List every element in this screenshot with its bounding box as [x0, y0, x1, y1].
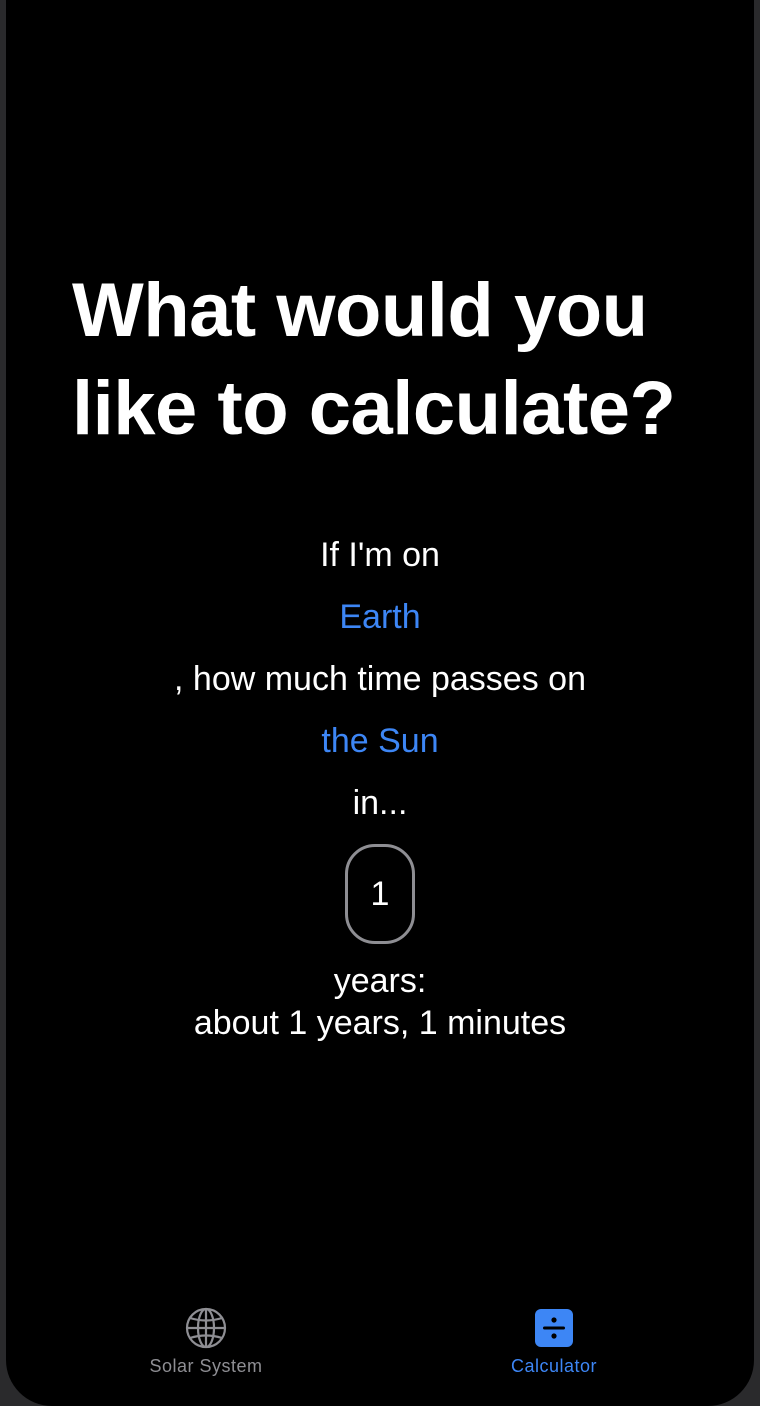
globe-icon	[185, 1307, 227, 1349]
years-label: years:	[333, 962, 427, 1000]
tab-bar: Solar System Calculator	[6, 1292, 754, 1406]
origin-planet-picker[interactable]: Earth	[339, 588, 420, 646]
device-frame: What would you like to calculate? If I'm…	[0, 0, 760, 1406]
divide-icon	[535, 1309, 573, 1347]
page-title: What would you like to calculate?	[72, 262, 732, 458]
prefix-text: If I'm on	[320, 536, 440, 574]
title-line-1: What would you	[72, 268, 648, 353]
result-text: about 1 years, 1 minutes	[193, 1004, 567, 1042]
tab-solar-system[interactable]: Solar System	[106, 1306, 306, 1386]
middle-text: , how much time passes on	[174, 660, 586, 698]
result-block: years: about 1 years, 1 minutes	[6, 960, 754, 1044]
tab-calculator[interactable]: Calculator	[454, 1306, 654, 1386]
in-text: in...	[352, 784, 408, 822]
target-body-picker[interactable]: the Sun	[321, 712, 438, 770]
calculation-sentence: If I'm on Earth , how much time passes o…	[6, 526, 754, 1044]
app-screen: What would you like to calculate? If I'm…	[6, 0, 754, 1406]
title-line-2: like to calculate?	[72, 366, 676, 451]
years-input[interactable]	[345, 844, 415, 944]
tab-calculator-label: Calculator	[510, 1356, 598, 1376]
tab-solar-system-label: Solar System	[149, 1356, 263, 1376]
years-input-wrapper	[6, 844, 754, 944]
